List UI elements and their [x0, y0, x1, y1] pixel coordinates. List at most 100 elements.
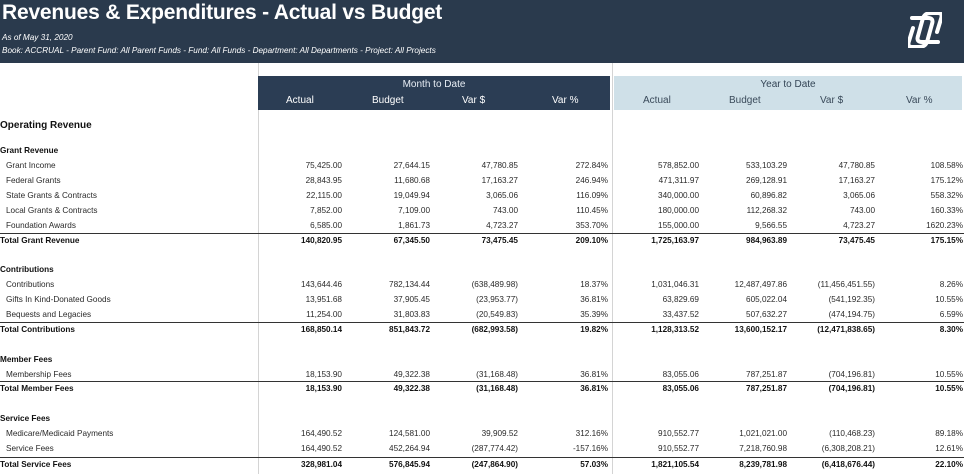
cell-mtd-budget: 7,109.00 [398, 206, 430, 215]
cell-ytd-actual: 910,552.77 [658, 429, 699, 438]
cell-mtd-var-percent: 116.09% [576, 191, 608, 200]
cell-ytd-var-amount: 4,723.27 [843, 221, 875, 230]
cell-ytd-budget: 7,218,760.98 [739, 444, 787, 453]
cell-mtd-var-percent: 36.81% [580, 295, 608, 304]
cell-ytd-budget: 787,251.87 [746, 370, 787, 379]
cell-ytd-var-amount: (704,196.81) [828, 370, 875, 379]
cell-ytd-var-amount: (6,308,208.21) [821, 444, 875, 453]
cell-mtd-budget: 37,905.45 [393, 295, 430, 304]
cell-ytd-actual: 180,000.00 [658, 206, 699, 215]
cell-mtd-var-percent: 312.16% [575, 429, 608, 438]
cell-mtd-var-percent: 35.39% [580, 310, 608, 319]
column-header-mtd-budget: Budget [372, 95, 404, 106]
cell-ytd-var-percent: 175.12% [930, 176, 963, 185]
cell-mtd-budget: 452,264.94 [389, 444, 430, 453]
row-label: Bequests and Legacies [6, 310, 92, 319]
row-label: State Grants & Contracts [6, 191, 98, 200]
month-to-date-title: Month to Date [402, 79, 466, 90]
cell-ytd-var-percent: 8.26% [939, 280, 963, 289]
cell-mtd-budget: 31,803.83 [393, 310, 430, 319]
cell-mtd-actual: 11,254.00 [306, 310, 342, 319]
cell-ytd-var-amount: (12,471,838.65) [817, 325, 875, 334]
cell-ytd-var-percent: 10.55% [935, 384, 963, 393]
cell-ytd-budget: 60,896.82 [750, 191, 787, 200]
cell-ytd-actual: 83,055.06 [662, 370, 699, 379]
cell-ytd-actual: 33,437.52 [662, 310, 699, 319]
cell-ytd-budget: 13,600,152.17 [734, 325, 787, 334]
cell-mtd-budget: 49,322.38 [393, 384, 430, 393]
cell-ytd-var-percent: 10.55% [935, 370, 963, 379]
cell-mtd-actual: 18,153.90 [305, 370, 342, 379]
cell-ytd-var-percent: 108.58% [930, 161, 963, 170]
cell-mtd-budget: 11,680.68 [394, 176, 430, 185]
total-row: Total Contributions 168,850.14 851,843.7… [0, 322, 964, 339]
table-row: Contributions 143,644.46 782,134.44 (638… [0, 279, 964, 294]
row-label: Service Fees [6, 444, 54, 453]
cell-mtd-var-amount: (20,549.83) [476, 310, 518, 319]
group-header-row: Service Fees [0, 413, 964, 428]
table-row: Gifts In Kind-Donated Goods 13,951.68 37… [0, 294, 964, 309]
column-header-mtd-var-amount: Var $ [462, 95, 486, 106]
group-header-row: Grant Revenue [0, 145, 964, 160]
year-to-date-title: Year to Date [760, 79, 816, 90]
cell-mtd-actual: 164,490.52 [301, 429, 342, 438]
cell-mtd-var-amount: (31,168.48) [476, 370, 518, 379]
cell-mtd-var-amount: 47,780.85 [481, 161, 518, 170]
cell-mtd-actual: 6,585.00 [310, 221, 342, 230]
cell-mtd-actual: 18,153.90 [305, 384, 342, 393]
cell-ytd-var-percent: 10.55% [935, 295, 963, 304]
cell-mtd-var-amount: 17,163.27 [481, 176, 518, 185]
cell-ytd-var-amount: (474,194.75) [828, 310, 875, 319]
cell-ytd-var-amount: (6,418,676.44) [821, 460, 875, 469]
cell-ytd-budget: 12,487,497.86 [734, 280, 787, 289]
cell-ytd-var-amount: (11,456,451.55) [817, 280, 875, 289]
cell-mtd-actual: 140,820.95 [301, 236, 342, 245]
cell-mtd-var-amount: (31,168.48) [476, 384, 518, 393]
row-label: Local Grants & Contracts [6, 206, 98, 215]
table-row: Grant Income 75,425.00 27,644.15 47,780.… [0, 160, 964, 175]
cell-ytd-var-amount: 3,065.06 [843, 191, 875, 200]
cell-ytd-var-percent: 8.30% [939, 325, 963, 334]
column-header-ytd-var-percent: Var % [906, 95, 933, 106]
cell-ytd-actual: 1,821,105.54 [651, 460, 699, 469]
column-header-ytd-actual: Actual [643, 95, 671, 106]
column-header-mtd-actual: Actual [286, 95, 314, 106]
cell-mtd-var-percent: 36.81% [580, 370, 608, 379]
row-label: Total Grant Revenue [0, 236, 80, 245]
cell-mtd-var-percent: 36.81% [580, 384, 608, 393]
cell-mtd-var-percent: 246.94% [575, 176, 608, 185]
total-row: Total Member Fees 18,153.90 49,322.38 (3… [0, 381, 964, 398]
cell-ytd-budget: 269,128.91 [746, 176, 787, 185]
cell-mtd-var-percent: -157.16% [572, 444, 608, 453]
cell-mtd-var-amount: 39,909.52 [481, 429, 518, 438]
cell-ytd-var-percent: 160.33% [930, 206, 963, 215]
report-header: Revenues & Expenditures - Actual vs Budg… [0, 0, 964, 63]
row-label: Member Fees [0, 355, 53, 364]
cell-ytd-budget: 9,566.55 [755, 221, 787, 230]
cell-ytd-var-amount: (704,196.81) [828, 384, 875, 393]
row-label: Federal Grants [6, 176, 61, 185]
report-as-of: As of May 31, 2020 [2, 33, 73, 42]
section-title: Operating Revenue [0, 120, 92, 131]
cell-mtd-var-amount: 743.00 [492, 206, 518, 215]
row-label: Grant Income [6, 161, 56, 170]
brand-logo-icon [908, 12, 942, 48]
cell-mtd-var-percent: 209.10% [575, 236, 608, 245]
group-header-row: Member Fees [0, 354, 964, 369]
cell-ytd-budget: 533,103.29 [746, 161, 787, 170]
cell-mtd-actual: 143,644.46 [301, 280, 342, 289]
cell-mtd-budget: 576,845.94 [389, 460, 430, 469]
row-label: Gifts In Kind-Donated Goods [6, 295, 111, 304]
report-filters: Book: ACCRUAL - Parent Fund: All Parent … [2, 46, 436, 55]
cell-mtd-budget: 782,134.44 [389, 280, 430, 289]
row-label: Foundation Awards [6, 221, 76, 230]
column-header-mtd-var-percent: Var % [552, 95, 579, 106]
cell-ytd-var-amount: (110,468.23) [829, 429, 875, 438]
cell-ytd-var-amount: 17,163.27 [838, 176, 875, 185]
row-label: Grant Revenue [0, 146, 59, 155]
cell-ytd-actual: 1,128,313.52 [651, 325, 699, 334]
cell-mtd-var-amount: 4,723.27 [486, 221, 518, 230]
row-label: Total Member Fees [0, 384, 74, 393]
cell-ytd-budget: 112,268.32 [746, 206, 787, 215]
cell-mtd-actual: 164,490.52 [301, 444, 342, 453]
